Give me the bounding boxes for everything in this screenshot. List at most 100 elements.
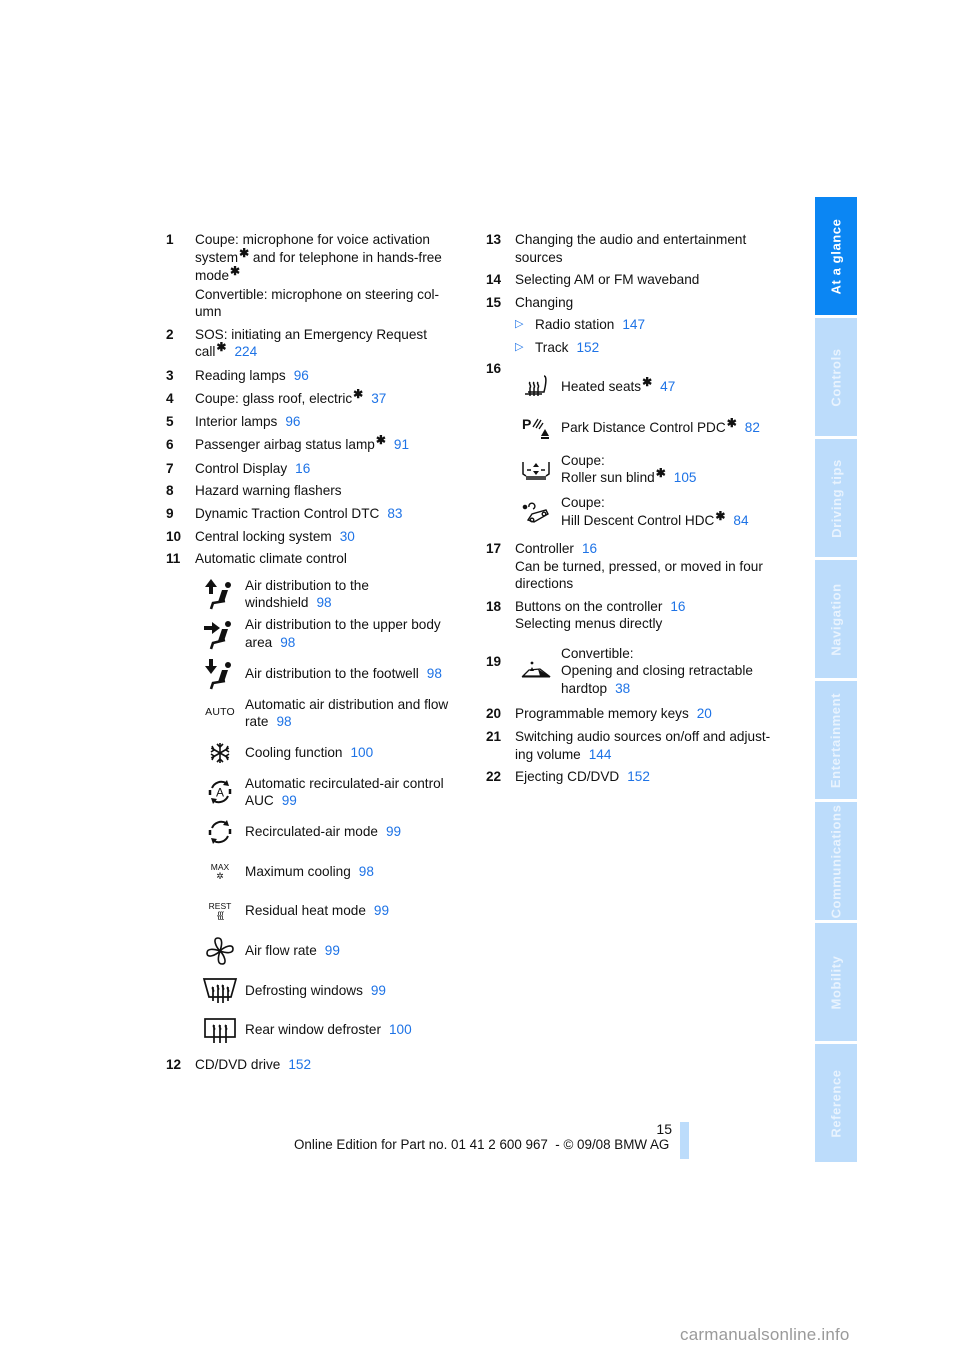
icon-row-cooling: Cooling function 100: [195, 734, 466, 771]
footer-accent-bar: [680, 1122, 689, 1159]
page-ref-link[interactable]: 100: [351, 745, 374, 760]
icon-row-auto: AUTO Automatic air distribution and flow…: [195, 695, 466, 732]
page-ref-link[interactable]: 147: [622, 317, 645, 332]
tab-communications[interactable]: Communications: [815, 802, 857, 920]
list-item-8: 8 Hazard warning flashers: [166, 483, 342, 499]
page-ref-link[interactable]: 16: [582, 541, 597, 556]
page-ref-link[interactable]: 99: [325, 943, 340, 958]
list-item-19: 19 Convertible: Opening and closing retr…: [486, 645, 786, 698]
page-ref-link[interactable]: 47: [660, 379, 675, 394]
page-ref-link[interactable]: 38: [615, 681, 630, 696]
optional-equipment-star-icon: ✱: [216, 340, 227, 355]
item-number: 8: [166, 483, 174, 499]
max-cooling-icon: MAX ✲: [210, 861, 230, 881]
fan-icon: [195, 935, 245, 967]
page-ref-link[interactable]: 98: [276, 714, 291, 729]
optional-equipment-star-icon: ✱: [239, 245, 250, 260]
sun-blind-icon: [511, 458, 561, 482]
page-ref-link[interactable]: 224: [234, 344, 257, 359]
tab-controls[interactable]: Controls: [815, 318, 857, 436]
item-number: 17: [486, 541, 502, 557]
list-item-13: 13 Changing the audio and entertainment …: [486, 232, 747, 265]
right-column: 13 Changing the audio and entertainment …: [486, 231, 786, 791]
item-number: 22: [486, 769, 502, 785]
optional-equipment-star-icon: ✱: [375, 432, 386, 447]
sub-item-radio-station: ▷ Radio station 147: [515, 317, 646, 333]
item-number: 20: [486, 706, 502, 722]
tab-navigation[interactable]: Navigation: [815, 560, 857, 678]
tab-at-a-glance[interactable]: At a glance: [815, 197, 857, 315]
page-ref-link[interactable]: 96: [285, 414, 300, 429]
item-number: 4: [166, 390, 174, 406]
optional-equipment-star-icon: ✱: [353, 386, 364, 401]
climate-control-icon-table: Air distribution to the windshield 98 Air…: [195, 576, 466, 1049]
page-ref-link[interactable]: 152: [576, 340, 599, 355]
page-ref-link[interactable]: 105: [674, 470, 697, 485]
icon-row-windshield: Air distribution to the windshield 98: [195, 576, 466, 613]
page-ref-link[interactable]: 99: [374, 903, 389, 918]
pdc-icon: P: [511, 415, 561, 441]
page-ref-link[interactable]: 20: [697, 706, 712, 721]
page-ref-link[interactable]: 98: [316, 595, 331, 610]
tab-mobility[interactable]: Mobility: [815, 923, 857, 1041]
page-ref-link[interactable]: 152: [288, 1057, 311, 1072]
item-number: 14: [486, 272, 502, 288]
list-item-10: 10 Central locking system 30: [166, 528, 355, 544]
page-ref-link[interactable]: 96: [294, 368, 309, 383]
page-ref-link[interactable]: 144: [589, 747, 612, 762]
page-ref-link[interactable]: 100: [389, 1022, 412, 1037]
list-item-16: 16 Heated seats✱ 47 P Park Distance Cont…: [486, 361, 786, 532]
icon-row-sun-blind: Coupe: Roller sun blind✱ 105: [511, 450, 786, 490]
page-ref-link[interactable]: 16: [670, 599, 685, 614]
page-ref-link[interactable]: 98: [359, 864, 374, 879]
item-number: 5: [166, 414, 174, 430]
small-snowflake-icon: ✲: [216, 870, 224, 881]
list-item-6: 6 Passenger airbag status lamp✱ 91: [166, 432, 410, 452]
optional-equipment-star-icon: ✱: [642, 375, 653, 390]
page-ref-link[interactable]: 98: [280, 635, 295, 650]
page-ref-link[interactable]: 91: [394, 437, 409, 452]
page-ref-link[interactable]: 99: [386, 824, 401, 839]
list-item-11: 11 Automatic climate control Air distrib…: [166, 550, 466, 1048]
item-text: Coupe: microphone for voice activation s…: [195, 232, 442, 319]
list-item-20: 20 Programmable memory keys 20: [486, 706, 712, 722]
heat-waves-icon: {{{: [216, 910, 224, 921]
item-number: 9: [166, 506, 174, 521]
list-item-5: 5 Interior lamps 96: [166, 414, 301, 430]
page-ref-link[interactable]: 83: [387, 506, 402, 521]
windshield-defrost-icon: [195, 975, 245, 1005]
item-number: 11: [166, 551, 181, 567]
page-ref-link[interactable]: 82: [745, 420, 760, 435]
icon-row-auc: A Automatic recirculated-air control AUC…: [195, 774, 466, 811]
list-item-14: 14 Selecting AM or FM waveband: [486, 272, 700, 288]
page-ref-link[interactable]: 30: [340, 529, 355, 544]
svg-text:P: P: [522, 416, 531, 432]
residual-heat-icon: REST {{{: [208, 901, 232, 921]
list-item-12: 12 CD/DVD drive 152: [166, 1057, 312, 1073]
list-item-9: 9 Dynamic Traction Control DTC 83: [166, 506, 403, 521]
optional-equipment-star-icon: ✱: [655, 466, 666, 481]
icon-row-recirculation: Recirculated-air mode 99: [195, 813, 466, 850]
auc-icon: A: [195, 778, 245, 806]
rear-defrost-icon: [195, 1015, 245, 1045]
tab-reference[interactable]: Reference: [815, 1044, 857, 1162]
page-ref-link[interactable]: 37: [371, 391, 386, 406]
list-item-18: 18 Buttons on the controller 16 Selecting…: [486, 598, 686, 632]
item-number: 13: [486, 232, 502, 247]
list-item-15: 15 Changing ▷ Radio station 147 ▷ Track 15…: [486, 294, 786, 357]
page-ref-link[interactable]: 99: [282, 793, 297, 808]
icon-row-upper-body: Air distribution to the upper body area 9…: [195, 615, 466, 652]
page-ref-link[interactable]: 152: [627, 769, 650, 784]
page-ref-link[interactable]: 16: [295, 461, 310, 476]
page-ref-link[interactable]: 99: [371, 983, 386, 998]
page-ref-link[interactable]: 98: [427, 666, 442, 681]
item-number: 16: [486, 361, 502, 377]
list-item-2: 2 SOS: initiating an Emergency Request c…: [166, 326, 427, 360]
optional-equipment-star-icon: ✱: [726, 415, 737, 430]
page-ref-link[interactable]: 84: [733, 513, 748, 528]
tab-driving-tips[interactable]: Driving tips: [815, 439, 857, 557]
tab-entertainment[interactable]: Entertainment: [815, 681, 857, 799]
list-item-21: 21 Switching audio sources on/off and ad…: [486, 729, 771, 762]
icon-row-rear-defrost: Rear window defroster 100: [195, 1011, 466, 1048]
item-number: 21: [486, 729, 502, 745]
